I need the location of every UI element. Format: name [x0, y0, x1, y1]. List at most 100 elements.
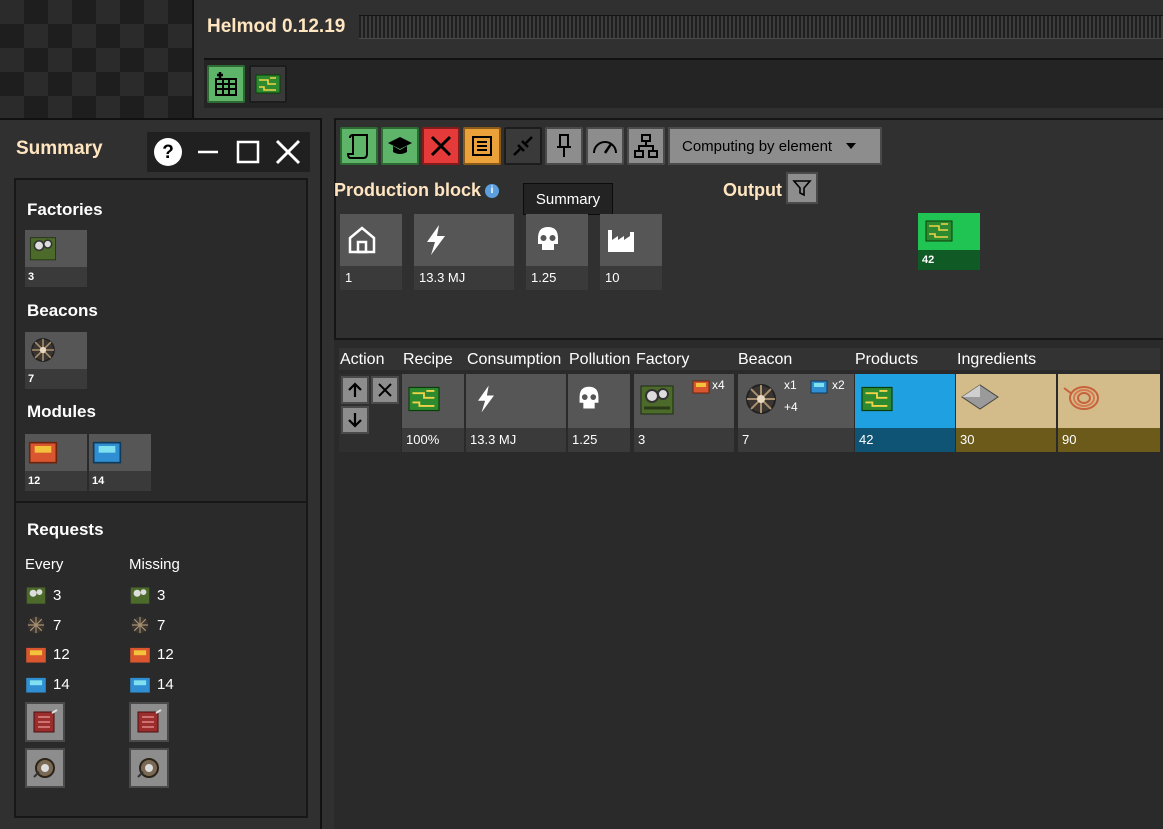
speed-module-summary-cell[interactable]: 12 [25, 434, 87, 491]
request-value: 3 [157, 586, 166, 604]
lightning-icon [478, 385, 494, 413]
pin-button[interactable] [545, 127, 583, 165]
factory-cell[interactable]: x4 3 [634, 374, 734, 452]
speed-module-icon [26, 647, 46, 663]
ingredient-iron-cell[interactable]: 30 [956, 374, 1056, 452]
summary-panel: Summary ? Factories 3 Beacons 7 Modules … [0, 118, 322, 829]
request-missing-engine-button[interactable] [129, 748, 169, 788]
tree-button[interactable] [627, 127, 665, 165]
delete-button[interactable] [422, 127, 460, 165]
speed-button[interactable] [586, 127, 624, 165]
header-consumption: Consumption [467, 351, 562, 368]
remove-row-button[interactable] [371, 376, 399, 404]
help-button[interactable]: ? [153, 137, 183, 167]
beacon-icon [131, 616, 149, 634]
maximize-button[interactable] [233, 137, 263, 167]
new-table-button[interactable] [207, 65, 245, 103]
speed-module-icon [130, 647, 150, 663]
productivity-module-icon [92, 441, 122, 464]
summary-toggle-button[interactable] [463, 127, 501, 165]
beacon-summary-value: 7 [25, 369, 87, 389]
engine-icon [33, 758, 55, 778]
title-bar[interactable]: Helmod 0.12.19 [194, 0, 1163, 54]
beacon-cell[interactable]: x1 x2 +4 7 [738, 374, 854, 452]
product-cell[interactable]: 42 [855, 374, 955, 452]
beacon-summary-cell[interactable]: 7 [25, 332, 87, 389]
circuit-tab-button[interactable] [249, 65, 287, 103]
info-icon[interactable]: i [485, 184, 500, 199]
product-value: 42 [855, 428, 955, 452]
action-cell [339, 374, 401, 452]
request-value: 12 [53, 645, 70, 663]
factory-summary-value: 3 [25, 267, 87, 287]
block-pollution-cell[interactable]: 1.25 [526, 214, 588, 290]
factory-value: 3 [634, 428, 734, 452]
skull-icon [579, 386, 599, 409]
block-count-cell[interactable]: 1 [340, 214, 402, 290]
move-down-button[interactable] [341, 406, 369, 434]
productivity-module-icon [130, 677, 150, 693]
consumption-cell[interactable]: 13.3 MJ [466, 374, 566, 452]
ingredient-copper-cell[interactable]: 90 [1058, 374, 1160, 452]
recipe-cell[interactable]: 100% [402, 374, 464, 452]
block-energy-cell[interactable]: 13.3 MJ [414, 214, 514, 290]
productivity-module-summary-cell[interactable]: 14 [89, 434, 151, 491]
request-value: 14 [157, 675, 174, 693]
window-controls: ? [147, 132, 310, 172]
power-button[interactable] [504, 127, 542, 165]
recipe-value: 100% [402, 428, 464, 452]
close-button[interactable] [273, 137, 303, 167]
iron-plate-icon [961, 384, 999, 410]
list-icon [472, 136, 492, 156]
block-buildings-cell[interactable]: 10 [600, 214, 662, 290]
copper-cable-icon [1063, 386, 1099, 410]
circuit-icon [925, 220, 953, 242]
summary-body: Factories 3 Beacons 7 Modules 12 14 Requ… [14, 178, 308, 818]
assembling-machine-icon [130, 587, 150, 604]
output-product-cell[interactable]: 42 [918, 213, 980, 270]
request-value: 14 [53, 675, 70, 693]
question-icon: ? [154, 138, 182, 166]
requests-heading: Requests [27, 520, 104, 539]
ingredient-iron-value: 30 [956, 428, 1056, 452]
consumption-value: 13.3 MJ [466, 428, 566, 452]
beacon-icon [746, 384, 776, 414]
gauge-icon [593, 141, 617, 154]
minimize-button[interactable] [193, 137, 223, 167]
pollution-value: 1.25 [568, 428, 630, 452]
modules-heading: Modules [27, 402, 96, 421]
every-heading: Every [25, 556, 64, 573]
productivity-module-summary-value: 14 [89, 471, 151, 491]
header-pollution: Pollution [569, 351, 631, 368]
header-ingredients: Ingredients [957, 351, 1037, 368]
circuit-icon [255, 74, 281, 94]
block-energy-value: 13.3 MJ [414, 266, 514, 290]
computing-mode-dropdown[interactable]: Computing by element [668, 127, 882, 165]
circuit-icon [408, 386, 440, 412]
request-missing-productivity-module: 14 [129, 674, 174, 694]
speed-module-summary-value: 12 [25, 471, 87, 491]
pollution-cell[interactable]: 1.25 [568, 374, 630, 452]
request-every-engine-button[interactable] [25, 748, 65, 788]
header-action: Action [340, 351, 385, 368]
hierarchy-icon [634, 134, 658, 158]
chevron-down-icon [846, 143, 857, 149]
beacon-icon [27, 616, 45, 634]
request-missing-assembler-button[interactable] [129, 702, 169, 742]
lightning-icon [427, 225, 445, 255]
house-icon [348, 226, 376, 254]
drag-handle[interactable] [359, 15, 1163, 39]
funnel-icon [792, 180, 812, 197]
skull-icon [538, 227, 558, 250]
filter-button[interactable] [786, 172, 818, 204]
section-divider [16, 501, 306, 503]
recipe-button[interactable] [340, 127, 378, 165]
arrow-up-icon [348, 382, 362, 397]
beacons-heading: Beacons [27, 301, 98, 320]
move-up-button[interactable] [341, 376, 369, 404]
request-missing-beacon: 7 [129, 614, 165, 636]
factory-summary-cell[interactable]: 3 [25, 230, 87, 287]
request-every-assembler-button[interactable] [25, 702, 65, 742]
close-icon [275, 139, 301, 165]
technology-button[interactable] [381, 127, 419, 165]
